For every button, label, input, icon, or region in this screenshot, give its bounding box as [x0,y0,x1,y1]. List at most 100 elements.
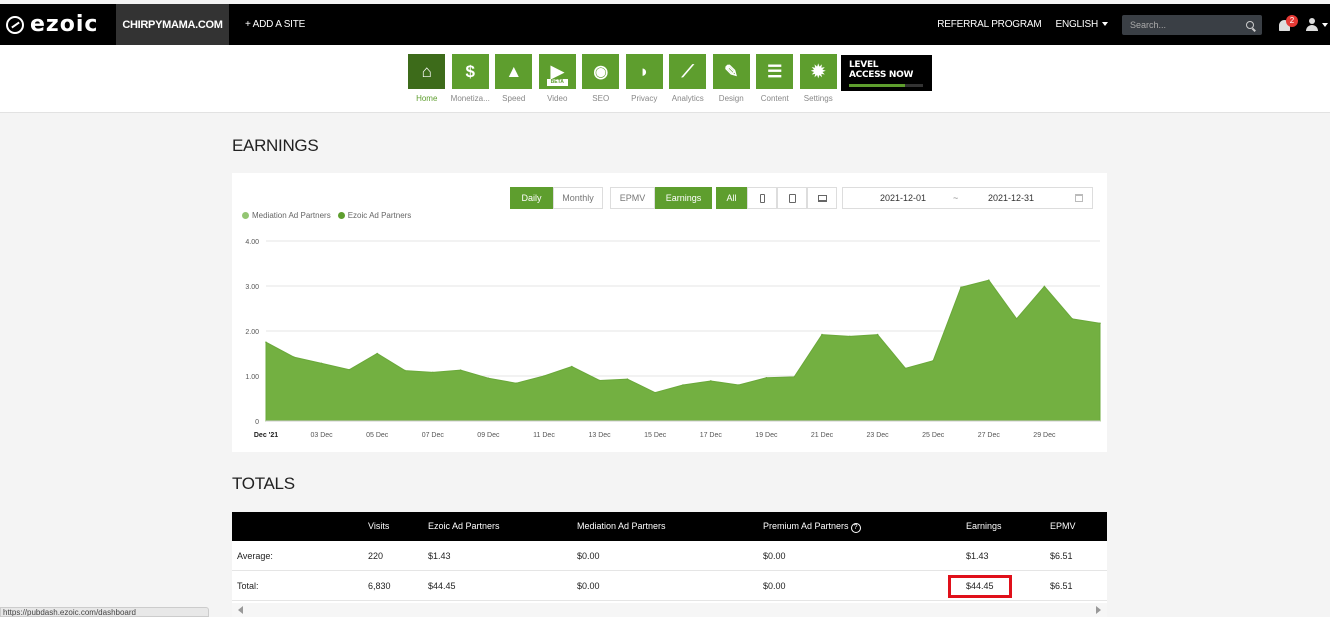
data-point [710,380,712,382]
language-label: ENGLISH [1055,19,1098,30]
x-tick-label: 25 Dec [922,432,945,439]
table-cell: $1.43 [428,551,451,561]
y-tick-label: 4.00 [245,239,259,246]
search-input[interactable] [1130,19,1230,30]
nav-label: Video [547,94,568,103]
header-label: Visits [368,521,390,531]
header-mediation-ad-partners[interactable]: Mediation Ad Partners [577,521,666,531]
language-dropdown[interactable]: ENGLISH [1055,19,1108,30]
nav-item-settings[interactable]: ✹ Settings [797,54,841,103]
header-label: Ezoic Ad Partners [428,521,500,531]
nav-item-content[interactable]: ☰ Content [753,54,797,103]
ezoic-logo-icon [6,15,24,34]
totals-table: Visits Ezoic Ad Partners Mediation Ad Part… [232,512,1107,617]
header-premium-ad-partners[interactable]: Premium Ad Partners? [763,521,861,533]
ezoic-logo[interactable]: ezoic [0,4,116,45]
totals-title: TOTALS [232,474,295,493]
nav-item-analytics[interactable]: ⟋ Analytics [666,54,710,103]
data-point [682,384,684,386]
header-label: Premium Ad Partners [763,521,849,531]
pencil-icon: ✎ [712,54,750,89]
top-bar: ezoic CHIRPYMAMA.COM + ADD A SITE REFERR… [0,4,1330,45]
nav-label: SEO [592,94,610,103]
data-point [348,368,351,371]
magnifier-icon: ◉ [582,54,620,89]
pencil-icon-glyph: ✎ [724,61,739,81]
header-earnings[interactable]: Earnings [966,521,1002,531]
rocket-icon: ▲ [495,54,533,89]
data-point [1071,318,1073,320]
y-tick-label: 3.00 [245,284,259,291]
nav-item-speed[interactable]: ▲ Speed [492,54,536,103]
nav-item-home[interactable]: ⌂ Home [405,54,449,103]
magnifier-icon-glyph: ◉ [593,61,609,81]
search-box [1122,14,1262,35]
data-point [876,333,879,336]
x-tick-label: Dec '21 [254,432,278,439]
x-tick-label: 05 Dec [366,432,389,439]
add-site-link[interactable]: + ADD A SITE [245,19,305,30]
data-point [515,382,517,384]
gear-icon: ✹ [799,54,837,89]
table-cell: $44.45 [428,581,456,591]
nav-item-seo[interactable]: ◉ SEO [579,54,623,103]
y-tick-label: 0 [255,419,259,426]
nav-item-monetiza[interactable]: $ Monetiza... [449,54,493,103]
notifications-button[interactable]: 2 [1276,14,1298,35]
data-point [487,377,490,380]
scroll-right-icon[interactable] [1096,606,1101,614]
scroll-left-icon[interactable] [238,606,243,614]
user-menu[interactable] [1306,17,1328,32]
user-icon [1306,17,1318,32]
earnings-chart-card: Daily Monthly EPMV Earnings All 2021-12-… [232,173,1107,452]
main-nav: ⌂ Home $ Monetiza... ▲ Speed ▶ BETA Video ◉ SEO ◗ Pr… [0,45,1330,113]
data-point [432,371,434,374]
beta-badge: BETA [546,79,568,86]
browser-status-url: https://pubdash.ezoic.com/dashboard [0,607,209,617]
logo-text: ezoic [30,12,99,37]
x-tick-label: 17 Dec [700,432,723,439]
shield-icon-glyph: ◗ [639,61,650,81]
nav-label: Speed [502,94,526,103]
chevron-down-icon [1102,22,1108,27]
level-progress-fill [849,84,905,87]
home-icon-glyph: ⌂ [421,61,432,81]
data-point [904,367,907,370]
data-point [988,279,990,281]
horizontal-scrollbar[interactable] [232,603,1107,617]
header-ezoic-ad-partners[interactable]: Ezoic Ad Partners [428,521,500,531]
header-visits[interactable]: Visits [368,521,389,531]
table-cell: $0.00 [577,551,600,561]
search-icon[interactable] [1246,20,1254,29]
header-epmv[interactable]: EPMV [1050,521,1076,531]
site-tab[interactable]: CHIRPYMAMA.COM [116,4,229,45]
nav-item-video[interactable]: ▶ BETA Video [536,54,580,103]
nav-item-design[interactable]: ✎ Design [710,54,754,103]
table-cell: Total: [237,581,259,591]
level-progress-bar [849,84,923,87]
chevron-down-icon [1322,22,1328,27]
data-point [793,376,795,378]
nav-items: ⌂ Home $ Monetiza... ▲ Speed ▶ BETA Video ◉ SEO ◗ Pr… [405,54,840,103]
data-point [265,341,267,344]
top-right-menu: REFERRAL PROGRAM ENGLISH 2 [937,4,1330,45]
ezoic-ad-partners-area [265,279,1101,422]
data-point [1015,318,1018,320]
data-point [571,365,573,368]
table-cell: $6.51 [1050,581,1073,591]
nav-label: Settings [803,94,833,103]
data-point [1043,285,1046,288]
data-point [932,359,934,362]
dollar-icon-glyph: $ [465,61,475,81]
nav-item-privacy[interactable]: ◗ Privacy [623,54,667,103]
data-point [320,362,323,365]
referral-program-link[interactable]: REFERRAL PROGRAM [937,19,1041,30]
x-tick-label: 15 Dec [644,432,667,439]
x-tick-label: 09 Dec [477,432,500,439]
nav-label: Home [416,94,438,103]
header-label: Earnings [966,521,1002,531]
data-point [598,379,601,382]
data-point [293,356,295,358]
help-icon[interactable]: ? [850,523,861,533]
level-access-now-button[interactable]: LEVEL ACCESS NOW [841,55,932,91]
